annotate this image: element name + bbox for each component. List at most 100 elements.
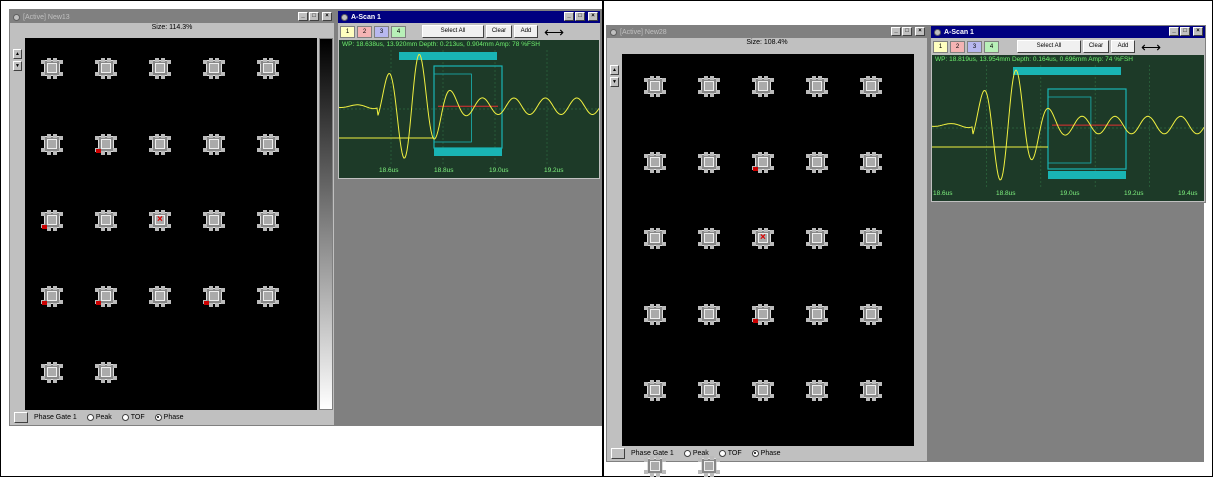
chip-pin	[662, 242, 666, 246]
chip-pin	[866, 321, 870, 325]
scroll-down-button[interactable]: ▼	[610, 77, 619, 87]
scroll-up-button[interactable]: ▲	[610, 65, 619, 75]
maximize-button[interactable]: □	[575, 12, 585, 21]
radio-tof[interactable]: TOF	[718, 449, 742, 457]
chip-pin	[59, 212, 63, 216]
ascan-scope[interactable]: WP: 18.819us, 13.954mm Depth: 0.164us, 0…	[932, 55, 1204, 201]
chip-pin	[872, 76, 876, 80]
time-tick: 18.8us	[996, 190, 1016, 197]
chip-pin	[269, 210, 273, 214]
time-tick: 18.6us	[379, 167, 399, 174]
chip-pin	[275, 224, 279, 228]
minimize-button[interactable]: _	[298, 12, 308, 21]
chip-die	[47, 367, 57, 377]
clear-button[interactable]: Clear	[1083, 40, 1109, 53]
cscan-image[interactable]: ×	[25, 38, 317, 410]
right-ascan-titlebar[interactable]: A-Scan 1 _ □ ×	[931, 26, 1205, 38]
chip-pin	[716, 154, 720, 158]
chip-pin	[698, 166, 702, 170]
chip-pin	[263, 210, 267, 214]
chip-pin	[644, 78, 648, 82]
close-button[interactable]: ×	[588, 12, 598, 21]
gate-4-button[interactable]: 4	[984, 40, 999, 53]
radio-peak-circle[interactable]	[683, 449, 691, 457]
gate-1-button[interactable]: 1	[340, 25, 355, 38]
defect-indicator	[753, 319, 758, 323]
close-button[interactable]: ×	[1193, 27, 1203, 36]
maximize-button[interactable]: □	[309, 12, 319, 21]
clear-button[interactable]: Clear	[486, 25, 512, 38]
minimize-button[interactable]: _	[1169, 27, 1179, 36]
add-button[interactable]: Add	[514, 25, 538, 38]
gate-3-button[interactable]: 3	[967, 40, 982, 53]
add-button[interactable]: Add	[1111, 40, 1135, 53]
maximize-button[interactable]: □	[902, 27, 912, 36]
cscan-image[interactable]: ×	[622, 54, 914, 477]
radio-peak[interactable]: Peak	[683, 449, 709, 457]
select-all-button[interactable]: Select All	[1017, 40, 1081, 53]
radio-phase-circle[interactable]	[751, 449, 759, 457]
select-all-button[interactable]: Select All	[422, 25, 484, 38]
radio-tof-circle[interactable]	[718, 449, 726, 457]
minimize-button[interactable]: _	[891, 27, 901, 36]
chip-pin	[752, 230, 756, 234]
chip-pin	[818, 397, 822, 401]
gate-2-button[interactable]: 2	[950, 40, 965, 53]
minimize-button[interactable]: _	[564, 12, 574, 21]
chip-pin	[167, 148, 171, 152]
chip-pin	[155, 151, 159, 155]
chip-pin	[275, 136, 279, 140]
close-button[interactable]: ×	[915, 27, 925, 36]
chip-die	[47, 215, 57, 225]
gate-2-button[interactable]: 2	[357, 25, 372, 38]
radio-phase[interactable]: Phase	[751, 449, 781, 457]
chip-pin	[812, 169, 816, 173]
gate-color-box[interactable]	[14, 411, 28, 423]
left-cscan-titlebar[interactable]: [Active] New13 _ □ ×	[10, 11, 334, 23]
ascan-scope[interactable]: WP: 18.638us, 13.920mm Depth: 0.213us, 0…	[339, 40, 599, 178]
chip-pin	[161, 151, 165, 155]
ascan-toolbar: 1 2 3 4 Select All Clear Add ⟷	[338, 24, 600, 39]
radio-phase[interactable]: Phase	[154, 413, 184, 421]
right-cscan-titlebar[interactable]: [Active] New28 _ □ ×	[607, 26, 927, 38]
chip-pin	[764, 169, 768, 173]
gate-3-button[interactable]: 3	[374, 25, 389, 38]
scroll-up-button[interactable]: ▲	[13, 49, 22, 59]
chip-pin	[818, 169, 822, 173]
chip-pin	[215, 75, 219, 79]
chip-pin	[59, 136, 63, 140]
chip-pin	[860, 306, 864, 310]
gate-1-button[interactable]: 1	[933, 40, 948, 53]
chip-pin	[155, 58, 159, 62]
chip-die	[47, 63, 57, 73]
chip-pin	[149, 224, 153, 228]
close-button[interactable]: ×	[322, 12, 332, 21]
left-ascan-titlebar[interactable]: A-Scan 1 _ □ ×	[338, 11, 600, 23]
chip-image	[257, 286, 279, 307]
expand-arrow-icon[interactable]: ⟷	[544, 25, 564, 39]
radio-peak-circle[interactable]	[86, 413, 94, 421]
radio-tof[interactable]: TOF	[121, 413, 145, 421]
chip-pin	[53, 303, 57, 307]
chip-pin	[872, 321, 876, 325]
radio-peak[interactable]: Peak	[86, 413, 112, 421]
chip-pin	[53, 58, 57, 62]
chip-pin	[275, 148, 279, 152]
chip-pin	[650, 380, 654, 384]
radio-phase-circle[interactable]	[154, 413, 162, 421]
chip-pin	[257, 224, 261, 228]
chip-pin	[716, 306, 720, 310]
expand-arrow-icon[interactable]: ⟷	[1141, 40, 1161, 54]
app-icon	[610, 28, 617, 36]
chip-pin	[644, 154, 648, 158]
chip-pin	[203, 148, 207, 152]
chip-pin	[710, 304, 714, 308]
chip-pin	[758, 245, 762, 249]
gate-4-button[interactable]: 4	[391, 25, 406, 38]
radio-tof-circle[interactable]	[121, 413, 129, 421]
chip-pin	[95, 288, 99, 292]
gate-color-box[interactable]	[611, 447, 625, 459]
maximize-button[interactable]: □	[1180, 27, 1190, 36]
chip-pin	[269, 134, 273, 138]
scroll-down-button[interactable]: ▼	[13, 61, 22, 71]
